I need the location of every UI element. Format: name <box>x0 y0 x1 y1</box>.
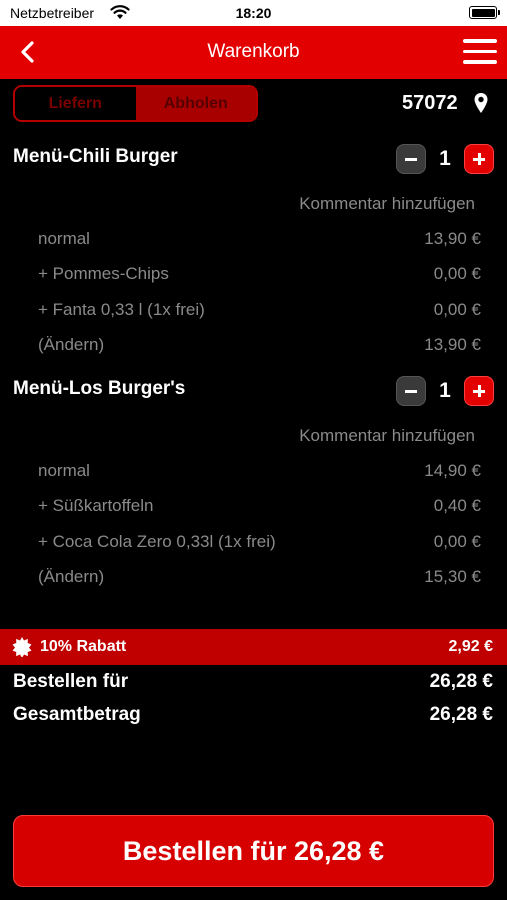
discount-label: 10% Rabatt <box>40 638 127 655</box>
line-price: 0,40 € <box>433 496 481 515</box>
item-name: Menü-Chili Burger <box>13 146 178 167</box>
line-price: 0,00 € <box>433 264 481 283</box>
line-label: + Coca Cola Zero 0,33l (1x frei) <box>38 532 276 551</box>
line-label: normal <box>38 461 90 480</box>
add-comment-link[interactable]: Kommentar hinzufügen <box>299 194 475 214</box>
line-label: + Süßkartoffeln <box>38 496 154 515</box>
edit-item-link[interactable]: (Ändern) <box>38 567 104 587</box>
edit-item-link[interactable]: (Ändern) <box>38 335 104 355</box>
discount-badge-icon <box>12 637 32 657</box>
line-label: normal <box>38 229 90 248</box>
tab-liefern[interactable]: Liefern <box>15 87 136 120</box>
line-price: 0,00 € <box>433 532 481 551</box>
line-label: + Pommes-Chips <box>38 264 169 283</box>
quantity-value: 1 <box>439 379 451 402</box>
plus-icon[interactable] <box>464 376 494 406</box>
total-value: 26,28 € <box>429 704 493 725</box>
line-price: 14,90 € <box>424 461 481 480</box>
nav-bar: Warenkorb <box>0 26 507 79</box>
total-label: Gesamtbetrag <box>13 704 141 725</box>
clock: 18:20 <box>235 5 272 21</box>
line-price: 0,00 € <box>433 300 481 319</box>
line-label: + Fanta 0,33 l (1x frei) <box>38 300 205 319</box>
location-pin-icon[interactable] <box>473 92 489 114</box>
discount-row: 10% Rabatt 2,92 € <box>0 629 507 665</box>
status-bar: Netzbetreiber 18:20 <box>0 0 507 26</box>
place-order-button[interactable]: Bestellen für 26,28 € <box>13 815 494 887</box>
delivery-mode-toggle: Liefern Abholen <box>13 85 258 122</box>
line-price: 13,90 € <box>424 229 481 248</box>
discount-value: 2,92 € <box>448 638 493 655</box>
tab-abholen[interactable]: Abholen <box>135 87 256 120</box>
quantity-value: 1 <box>439 147 451 170</box>
order-for-label: Bestellen für <box>13 671 129 692</box>
add-comment-link[interactable]: Kommentar hinzufügen <box>299 426 475 446</box>
item-subtotal: 15,30 € <box>424 567 481 586</box>
minus-icon[interactable] <box>396 376 426 406</box>
item-name: Menü-Los Burger's <box>13 378 186 399</box>
battery-icon <box>469 6 500 19</box>
item-subtotal: 13,90 € <box>424 335 481 354</box>
plus-icon[interactable] <box>464 144 494 174</box>
minus-icon[interactable] <box>396 144 426 174</box>
page-title: Warenkorb <box>207 41 300 62</box>
order-for-value: 26,28 € <box>429 671 493 692</box>
zip-code[interactable]: 57072 <box>402 92 458 115</box>
hamburger-menu-icon[interactable] <box>463 39 497 65</box>
